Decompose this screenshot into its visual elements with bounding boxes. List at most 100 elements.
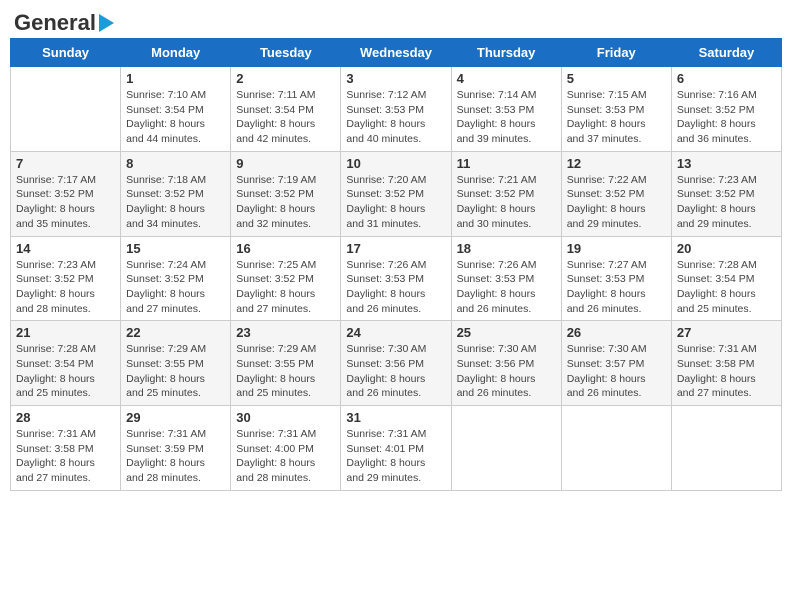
day-number: 21 — [16, 325, 115, 340]
calendar-week-row: 28Sunrise: 7:31 AM Sunset: 3:58 PM Dayli… — [11, 406, 782, 491]
day-of-week-header: Sunday — [11, 39, 121, 67]
day-number: 19 — [567, 241, 666, 256]
day-number: 15 — [126, 241, 225, 256]
day-number: 2 — [236, 71, 335, 86]
day-info: Sunrise: 7:23 AM Sunset: 3:52 PM Dayligh… — [677, 173, 776, 232]
calendar-header-row: SundayMondayTuesdayWednesdayThursdayFrid… — [11, 39, 782, 67]
day-info: Sunrise: 7:18 AM Sunset: 3:52 PM Dayligh… — [126, 173, 225, 232]
day-number: 4 — [457, 71, 556, 86]
page-header: General — [10, 10, 782, 32]
calendar-week-row: 14Sunrise: 7:23 AM Sunset: 3:52 PM Dayli… — [11, 236, 782, 321]
day-info: Sunrise: 7:19 AM Sunset: 3:52 PM Dayligh… — [236, 173, 335, 232]
day-info: Sunrise: 7:31 AM Sunset: 4:01 PM Dayligh… — [346, 427, 445, 486]
day-number: 26 — [567, 325, 666, 340]
calendar-day-cell: 26 Sunrise: 7:30 AM Sunset: 3:57 PM Dayli… — [561, 321, 671, 406]
calendar-week-row: 21 Sunrise: 7:28 AM Sunset: 3:54 PM Dayli… — [11, 321, 782, 406]
day-info: Sunrise: 7:11 AM Sunset: 3:54 PM Dayligh… — [236, 88, 335, 147]
day-info: Sunrise: 7:15 AM Sunset: 3:53 PM Dayligh… — [567, 88, 666, 147]
calendar-day-cell: 17 Sunrise: 7:26 AM Sunset: 3:53 PM Dayli… — [341, 236, 451, 321]
day-info: Sunrise: 7:17 AM Sunset: 3:52 PM Dayligh… — [16, 173, 115, 232]
day-number: 18 — [457, 241, 556, 256]
day-number: 17 — [346, 241, 445, 256]
calendar-day-cell: 22 Sunrise: 7:29 AM Sunset: 3:55 PM Dayli… — [121, 321, 231, 406]
calendar-day-cell: 15 Sunrise: 7:24 AM Sunset: 3:52 PM Dayli… — [121, 236, 231, 321]
day-number: 20 — [677, 241, 776, 256]
day-number: 22 — [126, 325, 225, 340]
day-number: 14 — [16, 241, 115, 256]
calendar-week-row: 7 Sunrise: 7:17 AM Sunset: 3:52 PM Daylig… — [11, 151, 782, 236]
day-number: 11 — [457, 156, 556, 171]
day-number: 7 — [16, 156, 115, 171]
day-number: 3 — [346, 71, 445, 86]
calendar-day-cell: 11Sunrise: 7:21 AM Sunset: 3:52 PM Dayli… — [451, 151, 561, 236]
calendar-day-cell: 16 Sunrise: 7:25 AM Sunset: 3:52 PM Dayli… — [231, 236, 341, 321]
day-info: Sunrise: 7:24 AM Sunset: 3:52 PM Dayligh… — [126, 258, 225, 317]
calendar-day-cell: 19 Sunrise: 7:27 AM Sunset: 3:53 PM Dayli… — [561, 236, 671, 321]
day-of-week-header: Wednesday — [341, 39, 451, 67]
day-of-week-header: Friday — [561, 39, 671, 67]
day-info: Sunrise: 7:26 AM Sunset: 3:53 PM Dayligh… — [457, 258, 556, 317]
calendar-day-cell — [451, 406, 561, 491]
calendar-day-cell: 25 Sunrise: 7:30 AM Sunset: 3:56 PM Dayli… — [451, 321, 561, 406]
day-info: Sunrise: 7:16 AM Sunset: 3:52 PM Dayligh… — [677, 88, 776, 147]
calendar-day-cell: 31Sunrise: 7:31 AM Sunset: 4:01 PM Dayli… — [341, 406, 451, 491]
calendar-day-cell: 13 Sunrise: 7:23 AM Sunset: 3:52 PM Dayli… — [671, 151, 781, 236]
day-number: 29 — [126, 410, 225, 425]
day-info: Sunrise: 7:30 AM Sunset: 3:56 PM Dayligh… — [457, 342, 556, 401]
day-info: Sunrise: 7:10 AM Sunset: 3:54 PM Dayligh… — [126, 88, 225, 147]
day-info: Sunrise: 7:26 AM Sunset: 3:53 PM Dayligh… — [346, 258, 445, 317]
day-number: 1 — [126, 71, 225, 86]
calendar-day-cell: 28Sunrise: 7:31 AM Sunset: 3:58 PM Dayli… — [11, 406, 121, 491]
day-of-week-header: Saturday — [671, 39, 781, 67]
day-info: Sunrise: 7:28 AM Sunset: 3:54 PM Dayligh… — [16, 342, 115, 401]
calendar-day-cell: 8 Sunrise: 7:18 AM Sunset: 3:52 PM Daylig… — [121, 151, 231, 236]
day-number: 30 — [236, 410, 335, 425]
calendar-day-cell: 7 Sunrise: 7:17 AM Sunset: 3:52 PM Daylig… — [11, 151, 121, 236]
calendar-day-cell — [561, 406, 671, 491]
day-info: Sunrise: 7:27 AM Sunset: 3:53 PM Dayligh… — [567, 258, 666, 317]
day-info: Sunrise: 7:12 AM Sunset: 3:53 PM Dayligh… — [346, 88, 445, 147]
calendar-day-cell: 23Sunrise: 7:29 AM Sunset: 3:55 PM Dayli… — [231, 321, 341, 406]
day-number: 13 — [677, 156, 776, 171]
calendar-day-cell: 27 Sunrise: 7:31 AM Sunset: 3:58 PM Dayli… — [671, 321, 781, 406]
calendar-day-cell: 5Sunrise: 7:15 AM Sunset: 3:53 PM Daylig… — [561, 67, 671, 152]
day-info: Sunrise: 7:31 AM Sunset: 3:58 PM Dayligh… — [16, 427, 115, 486]
day-info: Sunrise: 7:14 AM Sunset: 3:53 PM Dayligh… — [457, 88, 556, 147]
calendar-day-cell: 4 Sunrise: 7:14 AM Sunset: 3:53 PM Daylig… — [451, 67, 561, 152]
logo-general-text: General — [14, 10, 96, 36]
day-info: Sunrise: 7:20 AM Sunset: 3:52 PM Dayligh… — [346, 173, 445, 232]
calendar-day-cell: 1 Sunrise: 7:10 AM Sunset: 3:54 PM Daylig… — [121, 67, 231, 152]
day-info: Sunrise: 7:22 AM Sunset: 3:52 PM Dayligh… — [567, 173, 666, 232]
day-number: 24 — [346, 325, 445, 340]
day-number: 9 — [236, 156, 335, 171]
calendar-day-cell: 6Sunrise: 7:16 AM Sunset: 3:52 PM Daylig… — [671, 67, 781, 152]
calendar-day-cell: 14Sunrise: 7:23 AM Sunset: 3:52 PM Dayli… — [11, 236, 121, 321]
day-number: 10 — [346, 156, 445, 171]
calendar-day-cell: 10 Sunrise: 7:20 AM Sunset: 3:52 PM Dayli… — [341, 151, 451, 236]
day-number: 12 — [567, 156, 666, 171]
day-of-week-header: Thursday — [451, 39, 561, 67]
day-number: 16 — [236, 241, 335, 256]
day-info: Sunrise: 7:29 AM Sunset: 3:55 PM Dayligh… — [126, 342, 225, 401]
day-number: 25 — [457, 325, 556, 340]
day-info: Sunrise: 7:30 AM Sunset: 3:57 PM Dayligh… — [567, 342, 666, 401]
day-info: Sunrise: 7:25 AM Sunset: 3:52 PM Dayligh… — [236, 258, 335, 317]
day-info: Sunrise: 7:30 AM Sunset: 3:56 PM Dayligh… — [346, 342, 445, 401]
calendar-day-cell: 30Sunrise: 7:31 AM Sunset: 4:00 PM Dayli… — [231, 406, 341, 491]
day-info: Sunrise: 7:31 AM Sunset: 3:59 PM Dayligh… — [126, 427, 225, 486]
day-number: 27 — [677, 325, 776, 340]
calendar-day-cell: 20Sunrise: 7:28 AM Sunset: 3:54 PM Dayli… — [671, 236, 781, 321]
calendar-day-cell — [671, 406, 781, 491]
day-number: 8 — [126, 156, 225, 171]
calendar-day-cell: 2 Sunrise: 7:11 AM Sunset: 3:54 PM Daylig… — [231, 67, 341, 152]
calendar-week-row: 1 Sunrise: 7:10 AM Sunset: 3:54 PM Daylig… — [11, 67, 782, 152]
calendar-day-cell: 12 Sunrise: 7:22 AM Sunset: 3:52 PM Dayli… — [561, 151, 671, 236]
calendar-table: SundayMondayTuesdayWednesdayThursdayFrid… — [10, 38, 782, 491]
logo-arrow-icon — [99, 14, 114, 32]
calendar-day-cell: 3 Sunrise: 7:12 AM Sunset: 3:53 PM Daylig… — [341, 67, 451, 152]
calendar-day-cell: 29 Sunrise: 7:31 AM Sunset: 3:59 PM Dayli… — [121, 406, 231, 491]
day-of-week-header: Tuesday — [231, 39, 341, 67]
day-info: Sunrise: 7:31 AM Sunset: 3:58 PM Dayligh… — [677, 342, 776, 401]
calendar-day-cell: 18 Sunrise: 7:26 AM Sunset: 3:53 PM Dayli… — [451, 236, 561, 321]
calendar-day-cell — [11, 67, 121, 152]
